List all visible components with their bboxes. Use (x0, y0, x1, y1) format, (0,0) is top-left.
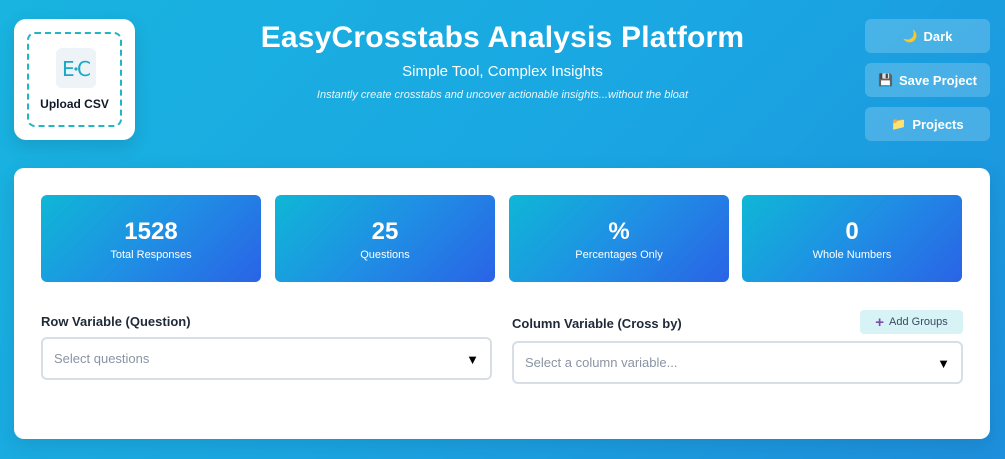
easycrosstabs-logo-icon: E C (56, 48, 96, 88)
svg-text:C: C (77, 57, 91, 81)
projects-button[interactable]: 📁 Projects (865, 107, 990, 141)
dark-mode-label: Dark (923, 28, 953, 44)
save-project-label: Save Project (898, 72, 977, 88)
folder-icon: 📁 (891, 117, 907, 131)
add-groups-label: Add Groups (889, 316, 948, 328)
dark-mode-button[interactable]: 🌙 Dark (865, 19, 990, 53)
floppy-disk-icon: 💾 (878, 73, 893, 87)
plus-icon: + (875, 313, 885, 331)
stat-value: % (608, 218, 630, 245)
row-variable-label: Row Variable (Question) (41, 314, 191, 329)
page-tagline: Instantly create crosstabs and uncover a… (316, 89, 689, 101)
stat-value: 25 (371, 218, 399, 245)
stat-value: 1528 (124, 218, 178, 245)
dropdown-arrow-icon: ▼ (937, 356, 950, 371)
stat-value: 0 (845, 218, 859, 245)
add-groups-button[interactable]: + Add Groups (860, 310, 963, 334)
svg-text:E: E (62, 57, 75, 81)
stat-label: Percentages Only (575, 249, 663, 261)
row-variable-placeholder: Select questions (54, 351, 150, 366)
dropdown-arrow-icon: ▼ (466, 352, 479, 367)
page-subtitle: Simple Tool, Complex Insights (402, 63, 603, 80)
moon-icon: 🌙 (902, 29, 918, 43)
stat-card-total-responses: 1528 Total Responses (41, 195, 261, 282)
stat-card-percentages[interactable]: % Percentages Only (509, 195, 729, 282)
column-variable-select[interactable]: Select a column variable... ▼ (512, 341, 963, 384)
upload-dropzone[interactable]: E C Upload CSV (27, 32, 122, 127)
page-header: EasyCrosstabs Analysis Platform Simple T… (200, 18, 805, 102)
save-project-button[interactable]: 💾 Save Project (865, 63, 990, 97)
main-panel: 1528 Total Responses 25 Questions % Perc… (14, 168, 990, 439)
stat-card-whole-numbers[interactable]: 0 Whole Numbers (742, 195, 962, 282)
header-actions: 🌙 Dark 💾 Save Project 📁 Projects (865, 19, 990, 151)
projects-label: Projects (912, 116, 964, 132)
stat-label: Whole Numbers (812, 249, 892, 261)
upload-csv-card[interactable]: E C Upload CSV (14, 19, 135, 140)
row-variable-select[interactable]: Select questions ▼ (41, 337, 492, 380)
column-variable-label: Column Variable (Cross by) (512, 316, 682, 331)
column-variable-placeholder: Select a column variable... (525, 355, 678, 370)
upload-csv-label: Upload CSV (40, 97, 109, 111)
page-title: EasyCrosstabs Analysis Platform (260, 21, 745, 54)
stat-label: Total Responses (110, 249, 192, 261)
stat-label: Questions (360, 249, 410, 261)
stat-card-questions: 25 Questions (275, 195, 495, 282)
